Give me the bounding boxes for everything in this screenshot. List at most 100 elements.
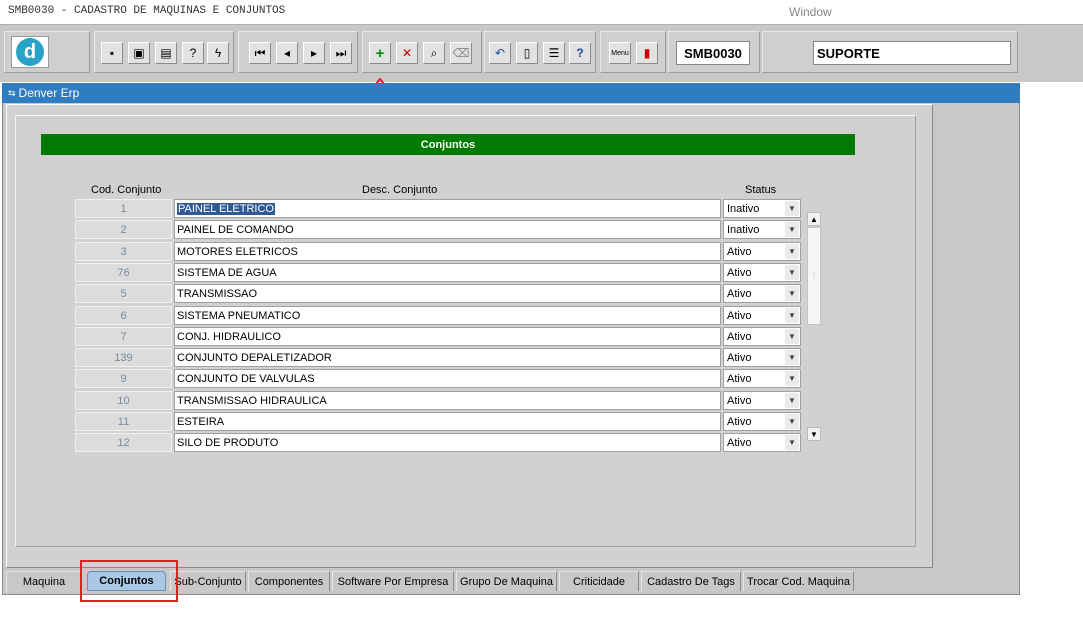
- code-cell[interactable]: 76: [75, 263, 172, 282]
- status-select[interactable]: Ativo ▼: [723, 306, 801, 325]
- status-text: Ativo: [727, 266, 752, 279]
- desc-field[interactable]: CONJUNTO DEPALETIZADOR: [174, 348, 721, 367]
- annotation-highlight-box: [80, 560, 178, 602]
- window-icon: ⇆: [8, 87, 16, 98]
- next-record-icon[interactable]: ▸: [303, 42, 325, 64]
- query-icon[interactable]: ⌕: [423, 42, 445, 64]
- code-cell[interactable]: 11: [75, 412, 172, 431]
- paste-icon[interactable]: ▯: [516, 42, 538, 64]
- chevron-down-icon[interactable]: ▼: [785, 201, 799, 216]
- chevron-down-icon[interactable]: ▼: [785, 286, 799, 301]
- desc-field[interactable]: MOTORES ELETRICOS: [174, 242, 721, 261]
- code-cell[interactable]: 10: [75, 391, 172, 410]
- tab-componentes[interactable]: Componentes: [248, 571, 330, 591]
- status-select[interactable]: Ativo ▼: [723, 412, 801, 431]
- code-cell[interactable]: 7: [75, 327, 172, 346]
- undo-icon[interactable]: ↶: [489, 42, 511, 64]
- status-select[interactable]: Ativo ▼: [723, 327, 801, 346]
- code-cell[interactable]: 6: [75, 306, 172, 325]
- desc-field[interactable]: SISTEMA DE AGUA: [174, 263, 721, 282]
- status-select[interactable]: Ativo ▼: [723, 263, 801, 282]
- help-icon[interactable]: ?: [569, 42, 591, 64]
- window-title: Denver Erp: [18, 86, 80, 100]
- chevron-down-icon[interactable]: ▼: [785, 265, 799, 280]
- desc-field[interactable]: TRANSMISSAO HIDRAULICA: [174, 391, 721, 410]
- list-of-values-icon[interactable]: ☰: [543, 42, 565, 64]
- status-text: Ativo: [727, 330, 752, 343]
- module-code-field: SMB0030: [676, 41, 750, 65]
- help-query-icon[interactable]: ?: [182, 42, 204, 64]
- window-menu[interactable]: Window: [789, 5, 832, 19]
- window-titlebar: ⇆ Denver Erp: [2, 83, 1020, 103]
- tab-software-por-empresa[interactable]: Software Por Empresa: [332, 571, 454, 591]
- previous-record-icon[interactable]: ◂: [276, 42, 298, 64]
- desc-field[interactable]: SILO DE PRODUTO: [174, 433, 721, 452]
- scroll-up-icon[interactable]: ▲: [807, 212, 821, 226]
- desc-text: PAINEL DE COMANDO: [177, 223, 294, 236]
- code-cell[interactable]: 1: [75, 199, 172, 218]
- denver-logo: d: [11, 36, 49, 68]
- code-cell[interactable]: 139: [75, 348, 172, 367]
- chevron-down-icon[interactable]: ▼: [785, 222, 799, 237]
- desc-field[interactable]: ESTEIRA: [174, 412, 721, 431]
- save-icon[interactable]: ▪: [101, 42, 123, 64]
- chevron-down-icon[interactable]: ▼: [785, 308, 799, 323]
- chevron-down-icon[interactable]: ▼: [785, 435, 799, 450]
- exit-icon[interactable]: ▮: [636, 42, 658, 64]
- print-preview-icon[interactable]: ▣: [128, 42, 150, 64]
- desc-text: MOTORES ELETRICOS: [177, 245, 298, 258]
- desc-text: CONJUNTO DE VALVULAS: [177, 372, 315, 385]
- first-record-icon[interactable]: ⏮: [249, 42, 271, 64]
- status-select[interactable]: Ativo ▼: [723, 242, 801, 261]
- scrollbar-thumb[interactable]: ⁞: [807, 227, 821, 325]
- status-select[interactable]: Ativo ▼: [723, 348, 801, 367]
- last-record-icon[interactable]: ⏭: [330, 42, 352, 64]
- chevron-down-icon[interactable]: ▼: [785, 414, 799, 429]
- code-cell[interactable]: 3: [75, 242, 172, 261]
- status-select[interactable]: Ativo ▼: [723, 369, 801, 388]
- tab-grupo-de-maquina[interactable]: Grupo De Maquina: [456, 571, 557, 591]
- execute-query-icon[interactable]: ϟ: [207, 42, 229, 64]
- chevron-down-icon[interactable]: ▼: [785, 350, 799, 365]
- code-cell[interactable]: 2: [75, 220, 172, 239]
- tab-trocar-cod-maquina[interactable]: Trocar Cod. Maquina: [743, 571, 854, 591]
- status-select[interactable]: Inativo ▼: [723, 199, 801, 218]
- desc-field[interactable]: TRANSMISSAO: [174, 284, 721, 303]
- status-select[interactable]: Ativo ▼: [723, 284, 801, 303]
- status-select[interactable]: Ativo ▼: [723, 391, 801, 410]
- app-title: SMB0030 - CADASTRO DE MAQUINAS E CONJUNT…: [8, 5, 286, 17]
- toolbar-group-file: ▪ ▣ ▤ ? ϟ: [94, 31, 234, 73]
- desc-text: SILO DE PRODUTO: [177, 436, 279, 449]
- tab-maquina[interactable]: Maquina: [6, 571, 82, 591]
- column-header-desc: Desc. Conjunto: [362, 184, 438, 196]
- clear-icon[interactable]: ⌫: [450, 42, 472, 64]
- status-text: Inativo: [727, 202, 760, 215]
- chevron-down-icon[interactable]: ▼: [785, 371, 799, 386]
- desc-field[interactable]: SISTEMA PNEUMATICO: [174, 306, 721, 325]
- desc-text: SISTEMA PNEUMATICO: [177, 309, 301, 322]
- toolbar-group-records: + ✕ ⌕ ⌫: [362, 31, 482, 73]
- menu-icon[interactable]: Menu: [609, 42, 631, 64]
- desc-field[interactable]: CONJ. HIDRAULICO: [174, 327, 721, 346]
- tab-sub-conjunto[interactable]: Sub-Conjunto: [170, 571, 246, 591]
- status-select[interactable]: Inativo ▼: [723, 220, 801, 239]
- tab-criticidade[interactable]: Criticidade: [559, 571, 639, 591]
- chevron-down-icon[interactable]: ▼: [785, 329, 799, 344]
- chevron-down-icon[interactable]: ▼: [785, 244, 799, 259]
- scroll-down-icon[interactable]: ▼: [807, 427, 821, 441]
- code-cell[interactable]: 9: [75, 369, 172, 388]
- status-select[interactable]: Ativo ▼: [723, 433, 801, 452]
- desc-field[interactable]: CONJUNTO DE VALVULAS: [174, 369, 721, 388]
- desc-field[interactable]: PAINEL DE COMANDO: [174, 220, 721, 239]
- desc-text: PAINEL ELETRICO: [177, 202, 275, 215]
- print-icon[interactable]: ▤: [155, 42, 177, 64]
- tab-cadastro-de-tags[interactable]: Cadastro De Tags: [641, 571, 741, 591]
- code-cell[interactable]: 5: [75, 284, 172, 303]
- insert-record-icon[interactable]: +: [369, 42, 391, 64]
- status-text: Ativo: [727, 351, 752, 364]
- delete-record-icon[interactable]: ✕: [396, 42, 418, 64]
- code-cell[interactable]: 12: [75, 433, 172, 452]
- column-header-code: Cod. Conjunto: [91, 184, 162, 196]
- chevron-down-icon[interactable]: ▼: [785, 393, 799, 408]
- desc-field[interactable]: PAINEL ELETRICO: [174, 199, 721, 218]
